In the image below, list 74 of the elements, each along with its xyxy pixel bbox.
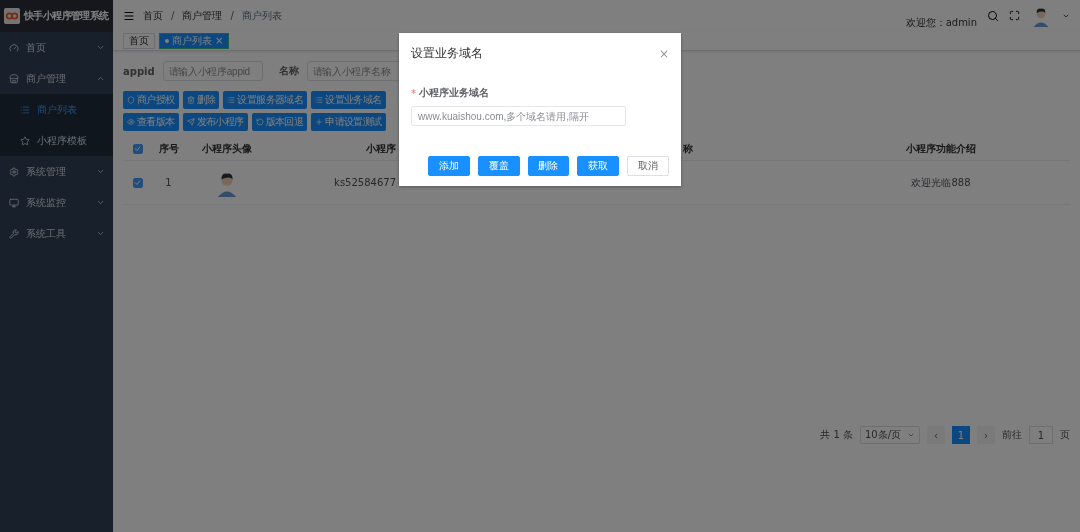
toolbar-button[interactable]: 版本回退 [251,113,308,131]
prev-page-button[interactable]: ‹ [927,426,945,444]
page-size-select[interactable]: 10条/页 [860,426,920,444]
required-mark: * [411,87,416,99]
undo-icon [255,118,264,126]
list-icon [227,96,236,104]
store-icon [9,73,19,84]
search-icon[interactable] [987,9,999,22]
star-icon [20,135,30,146]
submenu-item[interactable]: 商户列表 [0,94,113,125]
send-icon [186,118,195,126]
chevron-down-icon [96,167,105,176]
field-label: 小程序业务域名 [419,86,489,100]
select-all-checkbox[interactable] [132,143,143,154]
eye-icon [127,118,135,126]
close-button[interactable]: × [658,46,669,61]
monitor-icon [9,197,19,208]
page-tab[interactable]: 首页 [123,32,155,49]
breadcrumb-item[interactable]: 首页 [143,8,163,23]
dialog-title: 设置业务域名 [411,45,483,62]
page-button[interactable]: 1 [952,426,970,444]
dialog-button[interactable]: 添加 [428,156,470,176]
column-header: 称 [683,141,693,156]
breadcrumb-item[interactable]: 商户列表 [241,8,282,23]
toolbar-button[interactable]: 商户授权 [123,91,179,109]
domain-input-field[interactable]: www.kuaishou.com,多个域名请用,隔开 [411,106,626,126]
logo-icon [4,8,20,24]
breadcrumb-separator: / [230,10,234,21]
next-page-button[interactable]: › [977,426,995,444]
gear-icon [9,166,19,177]
column-header: 小程序头像 [201,141,252,156]
toolbar-button[interactable]: 设置业务域名 [311,91,386,109]
chevron-down-icon [96,43,105,52]
page-tab[interactable]: 商户列表 × [159,32,230,49]
list-icon [315,96,324,104]
chevron-up-icon [96,74,105,83]
wrench-icon [9,228,19,239]
welcome-text: 欢迎您：admin [905,15,977,30]
goto-label: 前往 [1002,428,1022,442]
app-title: 快手小程序管理系统 [24,9,109,23]
shield-icon [127,96,135,104]
chevron-down-icon [96,198,105,207]
submenu-item[interactable]: 小程序模板 [0,125,113,156]
table-cell: ks52584677 [334,177,396,188]
toolbar-button[interactable]: 查看版本 [123,113,179,131]
page-suffix: 页 [1060,428,1070,442]
column-header: 小程序 [366,141,396,156]
table-cell: 1 [165,177,172,188]
dashboard-icon [9,42,19,53]
chevron-down-icon [96,229,105,238]
menu-icon[interactable] [123,9,135,22]
column-header: 小程序功能介绍 [906,141,976,156]
dialog-button[interactable]: 删除 [527,156,570,176]
column-header: 序号 [158,141,179,156]
breadcrumb-item[interactable]: 商户管理 [182,8,223,23]
dialog-button[interactable]: 获取 [577,156,620,176]
total-count: 共 1 条 [820,428,853,442]
dialog-button[interactable]: 取消 [627,156,669,176]
toolbar-button[interactable]: 申请设置测试 [311,113,386,131]
fullscreen-icon[interactable] [1009,10,1020,21]
toolbar-button[interactable]: 发布小程序 [182,113,248,131]
breadcrumb-separator: / [171,10,175,21]
field-label: appid [123,65,155,77]
goto-field[interactable]: 1 [1029,426,1053,444]
plus-icon [315,118,324,126]
field-label: 名称 [278,64,299,78]
dialog-button[interactable]: 覆盖 [477,156,520,176]
trash-icon [186,96,195,104]
toolbar-button[interactable]: 设置服务器域名 [223,91,308,109]
row-checkbox[interactable] [132,177,143,188]
table-cell: 欢迎光临888 [911,175,971,190]
chevron-down-icon [907,431,915,439]
list-icon [20,104,30,115]
toolbar-button[interactable]: 删除 [182,91,220,109]
